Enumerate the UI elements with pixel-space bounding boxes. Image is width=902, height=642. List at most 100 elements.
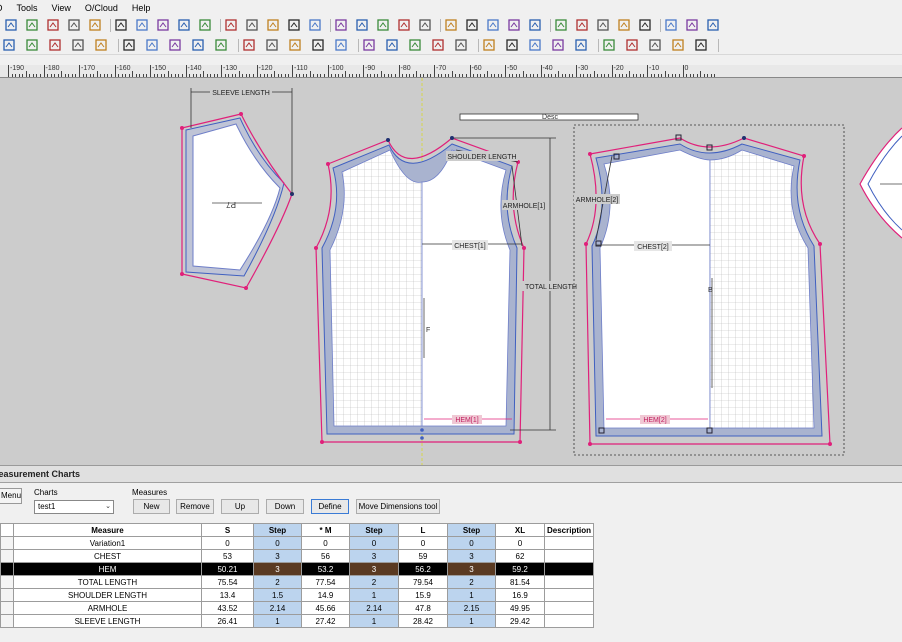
trash-icon[interactable] bbox=[94, 38, 108, 52]
rect-icon[interactable] bbox=[265, 38, 279, 52]
col-step[interactable]: Step bbox=[447, 523, 496, 537]
measure-name-cell[interactable]: TOTAL LENGTH bbox=[13, 575, 202, 589]
value-cell[interactable]: 56.2 bbox=[398, 562, 448, 576]
refresh-icon[interactable] bbox=[214, 38, 228, 52]
table-row[interactable]: TOTAL LENGTH 75.54 2 77.54 2 79.54 2 81.54 bbox=[0, 575, 595, 589]
swap-icon[interactable] bbox=[308, 18, 322, 32]
fold-icon[interactable] bbox=[617, 18, 631, 32]
define-button[interactable]: Define bbox=[311, 499, 349, 514]
move-dimensions-button[interactable]: Move Dimensions tool bbox=[356, 499, 440, 514]
link-icon[interactable] bbox=[418, 18, 432, 32]
stack-icon[interactable] bbox=[602, 38, 616, 52]
value-cell[interactable]: 2 bbox=[447, 575, 496, 589]
split-icon[interactable] bbox=[168, 38, 182, 52]
menu-tools[interactable]: Tools bbox=[10, 0, 45, 16]
value-cell[interactable]: 43.52 bbox=[201, 601, 254, 615]
value-cell[interactable]: 27.42 bbox=[301, 614, 350, 628]
value-cell[interactable]: 0 bbox=[447, 536, 496, 550]
arc-icon[interactable] bbox=[48, 38, 62, 52]
home-icon[interactable] bbox=[528, 18, 542, 32]
row-header[interactable] bbox=[0, 614, 14, 628]
table-row[interactable]: Variation1 0 0 0 0 0 0 0 bbox=[0, 536, 595, 550]
value-cell[interactable]: 1 bbox=[447, 614, 496, 628]
fill-icon[interactable] bbox=[528, 38, 542, 52]
pin-icon[interactable] bbox=[122, 38, 136, 52]
value-cell[interactable]: 13.4 bbox=[201, 588, 254, 602]
row-header[interactable] bbox=[0, 588, 14, 602]
scale-icon[interactable] bbox=[25, 38, 39, 52]
grid-icon[interactable] bbox=[397, 18, 411, 32]
value-cell[interactable] bbox=[543, 536, 595, 550]
move-icon[interactable] bbox=[2, 38, 16, 52]
value-cell[interactable]: 56 bbox=[301, 549, 350, 563]
text-icon[interactable] bbox=[596, 18, 610, 32]
value-cell[interactable]: 3 bbox=[253, 562, 302, 576]
value-cell[interactable]: 28.42 bbox=[398, 614, 448, 628]
pleat-icon[interactable] bbox=[465, 18, 479, 32]
value-cell[interactable] bbox=[543, 588, 595, 602]
value-cell[interactable]: 29.42 bbox=[495, 614, 545, 628]
value-cell[interactable]: 1.5 bbox=[253, 588, 302, 602]
print-icon[interactable] bbox=[334, 38, 348, 52]
menu-3d[interactable]: 3D bbox=[0, 0, 10, 16]
rotate-icon[interactable] bbox=[334, 18, 348, 32]
join-icon[interactable] bbox=[191, 38, 205, 52]
table-row[interactable]: HEM 50.21 3 53.2 3 56.2 3 59.2 bbox=[0, 562, 595, 576]
select-icon[interactable] bbox=[671, 38, 685, 52]
col-m[interactable]: * M bbox=[301, 523, 350, 537]
grid2-icon[interactable] bbox=[505, 38, 519, 52]
ruler-icon[interactable] bbox=[574, 38, 588, 52]
value-cell[interactable]: 1 bbox=[349, 588, 399, 602]
col-l[interactable]: L bbox=[398, 523, 448, 537]
value-cell[interactable]: 2 bbox=[349, 575, 399, 589]
menu-help[interactable]: Help bbox=[125, 0, 158, 16]
view-icon[interactable] bbox=[385, 38, 399, 52]
help-icon[interactable] bbox=[198, 18, 212, 32]
measure-name-cell[interactable]: HEM bbox=[13, 562, 202, 576]
remove-button[interactable]: Remove bbox=[176, 499, 214, 514]
col-description[interactable]: Description bbox=[543, 523, 595, 537]
value-cell[interactable]: 53.2 bbox=[301, 562, 350, 576]
table-row[interactable]: ARMHOLE 43.52 2.14 45.66 2.14 47.8 2.15 49.95 bbox=[0, 601, 595, 615]
measurement-table[interactable]: Measure S Step * M Step L Step XL Descri… bbox=[0, 523, 595, 628]
size-icon[interactable] bbox=[551, 38, 565, 52]
wave-icon[interactable] bbox=[71, 38, 85, 52]
measure-name-cell[interactable]: ARMHOLE bbox=[13, 601, 202, 615]
stitch-icon[interactable] bbox=[376, 18, 390, 32]
circle-icon[interactable] bbox=[638, 18, 652, 32]
col-step[interactable]: Step bbox=[349, 523, 399, 537]
grid3-icon[interactable] bbox=[648, 38, 662, 52]
delete-icon[interactable] bbox=[135, 18, 149, 32]
menu-button[interactable]: Menu bbox=[0, 488, 22, 504]
value-cell[interactable]: 3 bbox=[349, 562, 399, 576]
col-s[interactable]: S bbox=[201, 523, 254, 537]
value-cell[interactable]: 3 bbox=[447, 549, 496, 563]
col-step[interactable]: Step bbox=[253, 523, 302, 537]
undo-icon[interactable] bbox=[25, 18, 39, 32]
value-cell[interactable]: 2 bbox=[253, 575, 302, 589]
value-cell[interactable]: 50.21 bbox=[201, 562, 254, 576]
value-cell[interactable]: 47.8 bbox=[398, 601, 448, 615]
col-xl[interactable]: XL bbox=[495, 523, 545, 537]
triangle-icon[interactable] bbox=[288, 38, 302, 52]
value-cell[interactable]: 77.54 bbox=[301, 575, 350, 589]
sleeve-piece[interactable]: P7 bbox=[180, 112, 294, 290]
value-cell[interactable]: 0 bbox=[253, 536, 302, 550]
value-cell[interactable] bbox=[543, 549, 595, 563]
value-cell[interactable]: 45.66 bbox=[301, 601, 350, 615]
copy-icon[interactable] bbox=[88, 18, 102, 32]
row-header[interactable] bbox=[0, 549, 14, 563]
menu-view[interactable]: View bbox=[45, 0, 78, 16]
row-header[interactable] bbox=[0, 601, 14, 615]
value-cell[interactable]: 1 bbox=[253, 614, 302, 628]
lock-icon[interactable] bbox=[355, 18, 369, 32]
value-cell[interactable]: 0 bbox=[201, 536, 254, 550]
value-cell[interactable]: 0 bbox=[495, 536, 545, 550]
point-icon[interactable] bbox=[266, 18, 280, 32]
value-cell[interactable]: 14.9 bbox=[301, 588, 350, 602]
value-cell[interactable]: 26.41 bbox=[201, 614, 254, 628]
value-cell[interactable]: 3 bbox=[349, 549, 399, 563]
zoom-icon[interactable] bbox=[4, 18, 18, 32]
table-row[interactable]: CHEST 53 3 56 3 59 3 62 bbox=[0, 549, 595, 563]
back-body-piece[interactable]: B bbox=[573, 124, 845, 456]
